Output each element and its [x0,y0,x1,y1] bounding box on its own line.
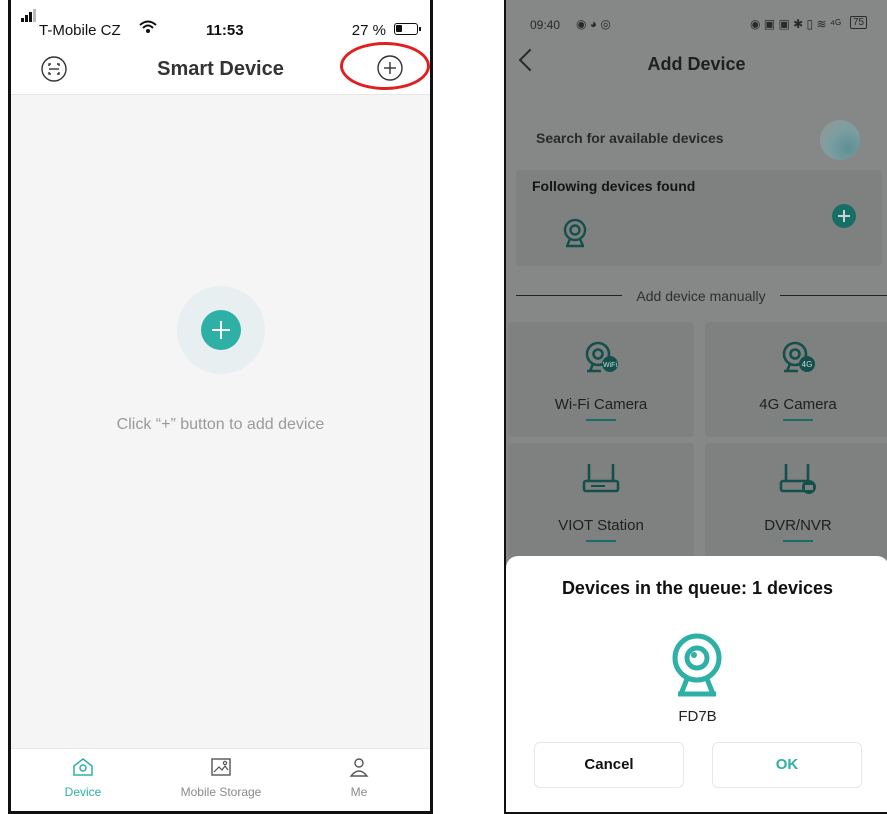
battery-percent: 27 % [351,22,386,39]
wifi-icon [139,20,157,38]
add-found-device-button[interactable] [832,204,856,228]
camera-icon: 4G [782,341,815,373]
empty-state-halo [177,286,265,374]
page-title: Smart Device [157,58,284,80]
cancel-button[interactable]: Cancel [534,742,684,788]
device-type-dvr-nvr[interactable]: DVR/NVR [705,443,887,558]
underline [783,419,813,421]
clock: 11:53 [206,22,244,39]
battery-icon [394,23,421,35]
device-name: FD7B [678,708,717,725]
device-type-4g-camera[interactable]: 4G 4G Camera [705,322,887,437]
page-title: Add Device [647,54,746,74]
add-device-button[interactable] [201,310,241,350]
home-icon [73,758,93,776]
device-type-viot-station[interactable]: VIOT Station [508,443,694,558]
tab-me-label: Me [350,785,368,799]
carrier-label: T-Mobile CZ [39,22,121,39]
divider [516,295,622,296]
battery-icon: 75 [850,16,868,29]
ok-button[interactable]: OK [712,742,862,788]
device-type-label: DVR/NVR [764,517,832,534]
search-spinner-icon [820,120,860,160]
router-icon [582,464,620,493]
app-header: Smart Device [11,42,430,95]
wifi-badge: WiFi [603,362,617,369]
tab-bar: Device Mobile Storage Me [11,748,430,811]
camera-icon [672,633,722,697]
image-icon [211,758,231,776]
system-icons: ◉ ▣ ▣ ✱ ▯ ≋ ⁴ᴳ [750,17,841,31]
status-bar: T-Mobile CZ 11:53 27 % [11,0,430,44]
person-icon [349,758,369,777]
4g-badge: 4G [802,360,813,369]
device-type-label: Wi-Fi Camera [554,396,648,413]
device-type-label: 4G Camera [759,396,837,413]
add-device-screen: 09:40 ◉ ◕ ◎ ◉ ▣ ▣ ✱ ▯ ≋ ⁴ᴳ 75 Add Device… [504,0,887,814]
tab-device[interactable]: Device [23,757,143,799]
manual-section-label: Add device manually [636,288,766,304]
divider [780,295,887,296]
recorder-icon [779,464,816,494]
search-status: Search for available devices [536,130,724,146]
notification-icons: ◉ ◕ ◎ [576,17,611,31]
found-devices-title: Following devices found [532,178,696,194]
camera-icon[interactable] [562,218,588,248]
tab-device-label: Device [64,785,102,799]
underline [586,419,616,421]
smart-device-screen: T-Mobile CZ 11:53 27 % Smart Device Clic… [8,0,433,814]
tab-mobile-storage-label: Mobile Storage [180,785,262,799]
underline [586,540,616,542]
camera-icon: WiFi [585,341,618,373]
underline [783,540,813,542]
tab-mobile-storage[interactable]: Mobile Storage [161,757,281,799]
device-type-label: VIOT Station [558,517,644,534]
clock: 09:40 [530,18,561,32]
plus-circle-icon[interactable] [376,54,404,82]
tab-me[interactable]: Me [299,757,419,799]
queue-dialog: Devices in the queue: 1 devices FD7B Can… [506,556,887,812]
dialog-title: Devices in the queue: 1 devices [561,578,834,598]
device-type-wifi-camera[interactable]: WiFi Wi-Fi Camera [508,322,694,437]
empty-state-hint: Click “+” button to add device [116,416,325,433]
